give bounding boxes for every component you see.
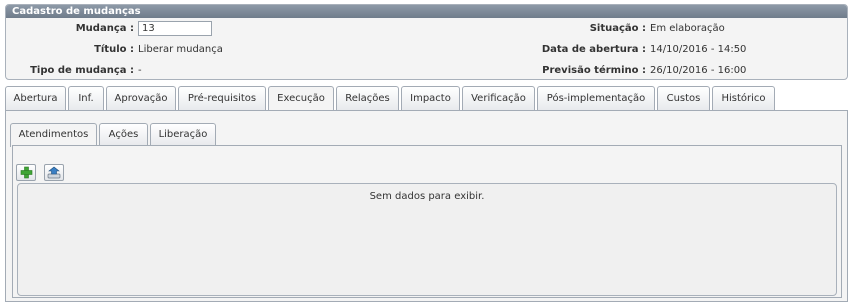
data-abertura-value: 14/10/2016 - 14:50	[650, 44, 747, 55]
tab-inf[interactable]: Inf.	[68, 86, 104, 111]
tab-execucao[interactable]: Execução	[268, 86, 334, 112]
tab-custos[interactable]: Custos	[657, 86, 710, 111]
situacao-value: Em elaboração	[650, 23, 725, 34]
subtab-atendimentos[interactable]: Atendimentos	[10, 123, 97, 147]
previsao-termino-value: 26/10/2016 - 16:00	[650, 65, 747, 76]
change-record-panel: Cadastro de mudanças Mudança : Título : …	[5, 4, 848, 80]
tab-pre-requisitos[interactable]: Pré-requisitos	[178, 86, 266, 111]
mudanca-label: Mudança :	[75, 23, 134, 34]
plus-icon	[20, 166, 32, 179]
atendimentos-grid: Sem dados para exibir.	[17, 183, 837, 296]
subtab-liberacao[interactable]: Liberação	[150, 123, 216, 146]
tab-impacto[interactable]: Impacto	[401, 86, 460, 111]
panel-title: Cadastro de mudanças	[6, 5, 847, 18]
titulo-label: Título :	[94, 44, 134, 55]
tab-verificacao[interactable]: Verificação	[462, 86, 535, 111]
empty-grid-message: Sem dados para exibir.	[369, 191, 485, 202]
mudanca-input[interactable]	[138, 21, 212, 36]
subtab-acoes[interactable]: Ações	[99, 123, 148, 146]
export-icon	[47, 166, 61, 179]
execucao-tab-content: Atendimentos Ações Liberação Sem dados p…	[5, 110, 848, 302]
tipo-mudanca-label: Tipo de mudança :	[30, 65, 134, 76]
titulo-value: Liberar mudança	[138, 44, 223, 55]
data-abertura-label: Data de abertura :	[541, 44, 646, 55]
tipo-mudanca-value: -	[138, 65, 142, 76]
tab-relacoes[interactable]: Relações	[336, 86, 399, 111]
tab-aprovacao[interactable]: Aprovação	[106, 86, 176, 111]
add-button[interactable]	[16, 164, 36, 181]
atendimentos-content: Sem dados para exibir.	[12, 145, 842, 298]
export-button[interactable]	[44, 164, 64, 181]
previsao-termino-label: Previsão término :	[542, 65, 646, 76]
situacao-label: Situação :	[589, 23, 646, 34]
tab-abertura[interactable]: Abertura	[5, 86, 66, 111]
tab-historico[interactable]: Histórico	[712, 86, 775, 111]
tab-pos-implementacao[interactable]: Pós-implementação	[537, 86, 655, 111]
